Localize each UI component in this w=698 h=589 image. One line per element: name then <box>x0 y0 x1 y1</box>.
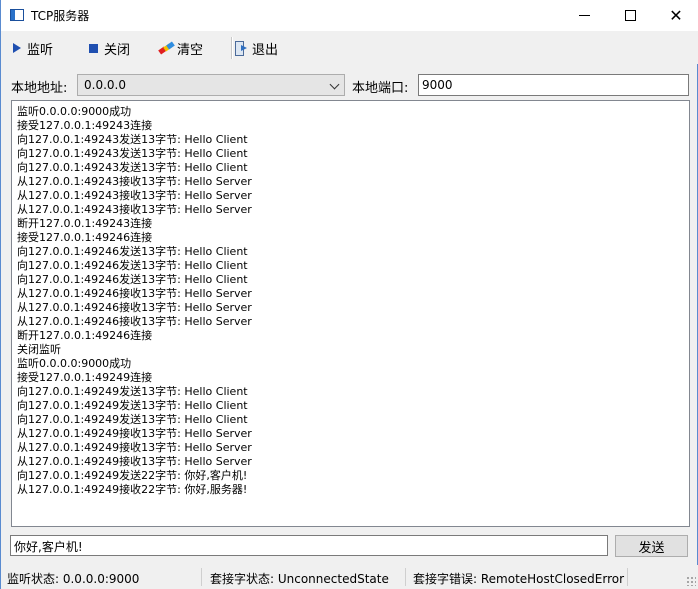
minimize-icon <box>578 15 590 16</box>
log-line: 断开127.0.0.1:49246连接 <box>17 329 153 342</box>
log-line: 断开127.0.0.1:49243连接 <box>17 217 153 230</box>
log-line: 从127.0.0.1:49249接收13字节: Hello Server <box>17 455 252 468</box>
send-button[interactable]: 发送 <box>615 535 688 557</box>
log-line: 从127.0.0.1:49249接收22字节: 你好,服务器! <box>17 483 248 496</box>
log-line: 接受127.0.0.1:49249连接 <box>17 371 153 384</box>
main-window: TCP服务器 ✕ 监听 关闭 清空 退出 本地地址: 0.0.0.0 本地端口:… <box>0 0 698 589</box>
status-separator <box>201 568 202 586</box>
clear-label: 清空 <box>177 42 204 58</box>
local-address-select[interactable]: 0.0.0.0 <box>77 74 345 96</box>
close-label: 关闭 <box>104 42 131 58</box>
minimize-button[interactable] <box>561 0 607 31</box>
log-line: 向127.0.0.1:49246发送13字节: Hello Client <box>17 245 248 258</box>
stop-icon <box>89 43 98 53</box>
log-line: 从127.0.0.1:49249接收13字节: Hello Server <box>17 427 252 440</box>
log-line: 向127.0.0.1:49246发送13字节: Hello Client <box>17 259 248 272</box>
local-address-label: 本地地址: <box>11 81 68 96</box>
log-line: 从127.0.0.1:49243接收13字节: Hello Server <box>17 189 252 202</box>
maximize-button[interactable] <box>607 0 653 31</box>
status-separator <box>627 568 628 586</box>
eraser-icon <box>158 41 175 55</box>
resize-grip-icon[interactable] <box>686 576 696 586</box>
status-separator <box>405 568 406 586</box>
log-textarea[interactable]: 监听0.0.0.0:9000成功 接受127.0.0.1:49243连接 向127.… <box>11 100 690 527</box>
log-line: 向127.0.0.1:49243发送13字节: Hello Client <box>17 133 248 146</box>
log-line: 向127.0.0.1:49249发送13字节: Hello Client <box>17 385 248 398</box>
listen-button[interactable]: 监听 <box>13 36 53 60</box>
message-input[interactable]: 你好,客户机! <box>10 535 608 556</box>
log-line: 监听0.0.0.0:9000成功 <box>17 105 132 118</box>
toolbar: 监听 关闭 清空 退出 <box>1 31 698 64</box>
status-bar: 监听状态: 0.0.0.0:9000 套接字状态: UnconnectedSta… <box>1 565 698 589</box>
log-line: 从127.0.0.1:49246接收13字节: Hello Server <box>17 287 252 300</box>
listen-label: 监听 <box>27 42 54 58</box>
exit-label: 退出 <box>252 42 279 58</box>
log-line: 向127.0.0.1:49246发送13字节: Hello Client <box>17 273 248 286</box>
chevron-down-icon <box>329 79 340 90</box>
log-line: 从127.0.0.1:49246接收13字节: Hello Server <box>17 315 252 328</box>
play-icon <box>13 43 21 53</box>
log-line: 向127.0.0.1:49249发送13字节: Hello Client <box>17 399 248 412</box>
log-line: 从127.0.0.1:49243接收13字节: Hello Server <box>17 175 252 188</box>
close-icon: ✕ <box>669 5 683 25</box>
log-line: 向127.0.0.1:49249发送22字节: 你好,客户机! <box>17 469 248 482</box>
toolbar-separator <box>231 37 233 59</box>
log-line: 向127.0.0.1:49243发送13字节: Hello Client <box>17 161 248 174</box>
log-line: 接受127.0.0.1:49243连接 <box>17 119 153 132</box>
log-line: 从127.0.0.1:49249接收13字节: Hello Server <box>17 441 252 454</box>
maximize-icon <box>624 10 636 21</box>
clear-button[interactable]: 清空 <box>158 36 204 60</box>
exit-door-icon <box>235 41 248 56</box>
log-line: 接受127.0.0.1:49246连接 <box>17 231 153 244</box>
window-title: TCP服务器 <box>31 9 90 23</box>
exit-button[interactable]: 退出 <box>235 36 278 60</box>
socket-error-status: 套接字错误: RemoteHostClosedError <box>413 572 625 586</box>
log-line: 向127.0.0.1:49243发送13字节: Hello Client <box>17 147 248 160</box>
socket-state-status: 套接字状态: UnconnectedState <box>210 572 389 586</box>
local-address-value: 0.0.0.0 <box>84 78 126 92</box>
log-line: 监听0.0.0.0:9000成功 <box>17 357 132 370</box>
local-port-label: 本地端口: <box>352 81 409 96</box>
log-line: 关闭监听 <box>17 343 61 356</box>
log-line: 从127.0.0.1:49246接收13字节: Hello Server <box>17 301 252 314</box>
close-window-button[interactable]: ✕ <box>653 0 698 31</box>
log-line: 从127.0.0.1:49243接收13字节: Hello Server <box>17 203 252 216</box>
local-port-input[interactable]: 9000 <box>418 74 689 96</box>
app-window-icon <box>10 9 24 21</box>
listen-status: 监听状态: 0.0.0.0:9000 <box>7 572 140 586</box>
title-bar: TCP服务器 ✕ <box>1 0 698 31</box>
log-line: 向127.0.0.1:49249发送13字节: Hello Client <box>17 413 248 426</box>
close-listen-button[interactable]: 关闭 <box>89 36 130 60</box>
